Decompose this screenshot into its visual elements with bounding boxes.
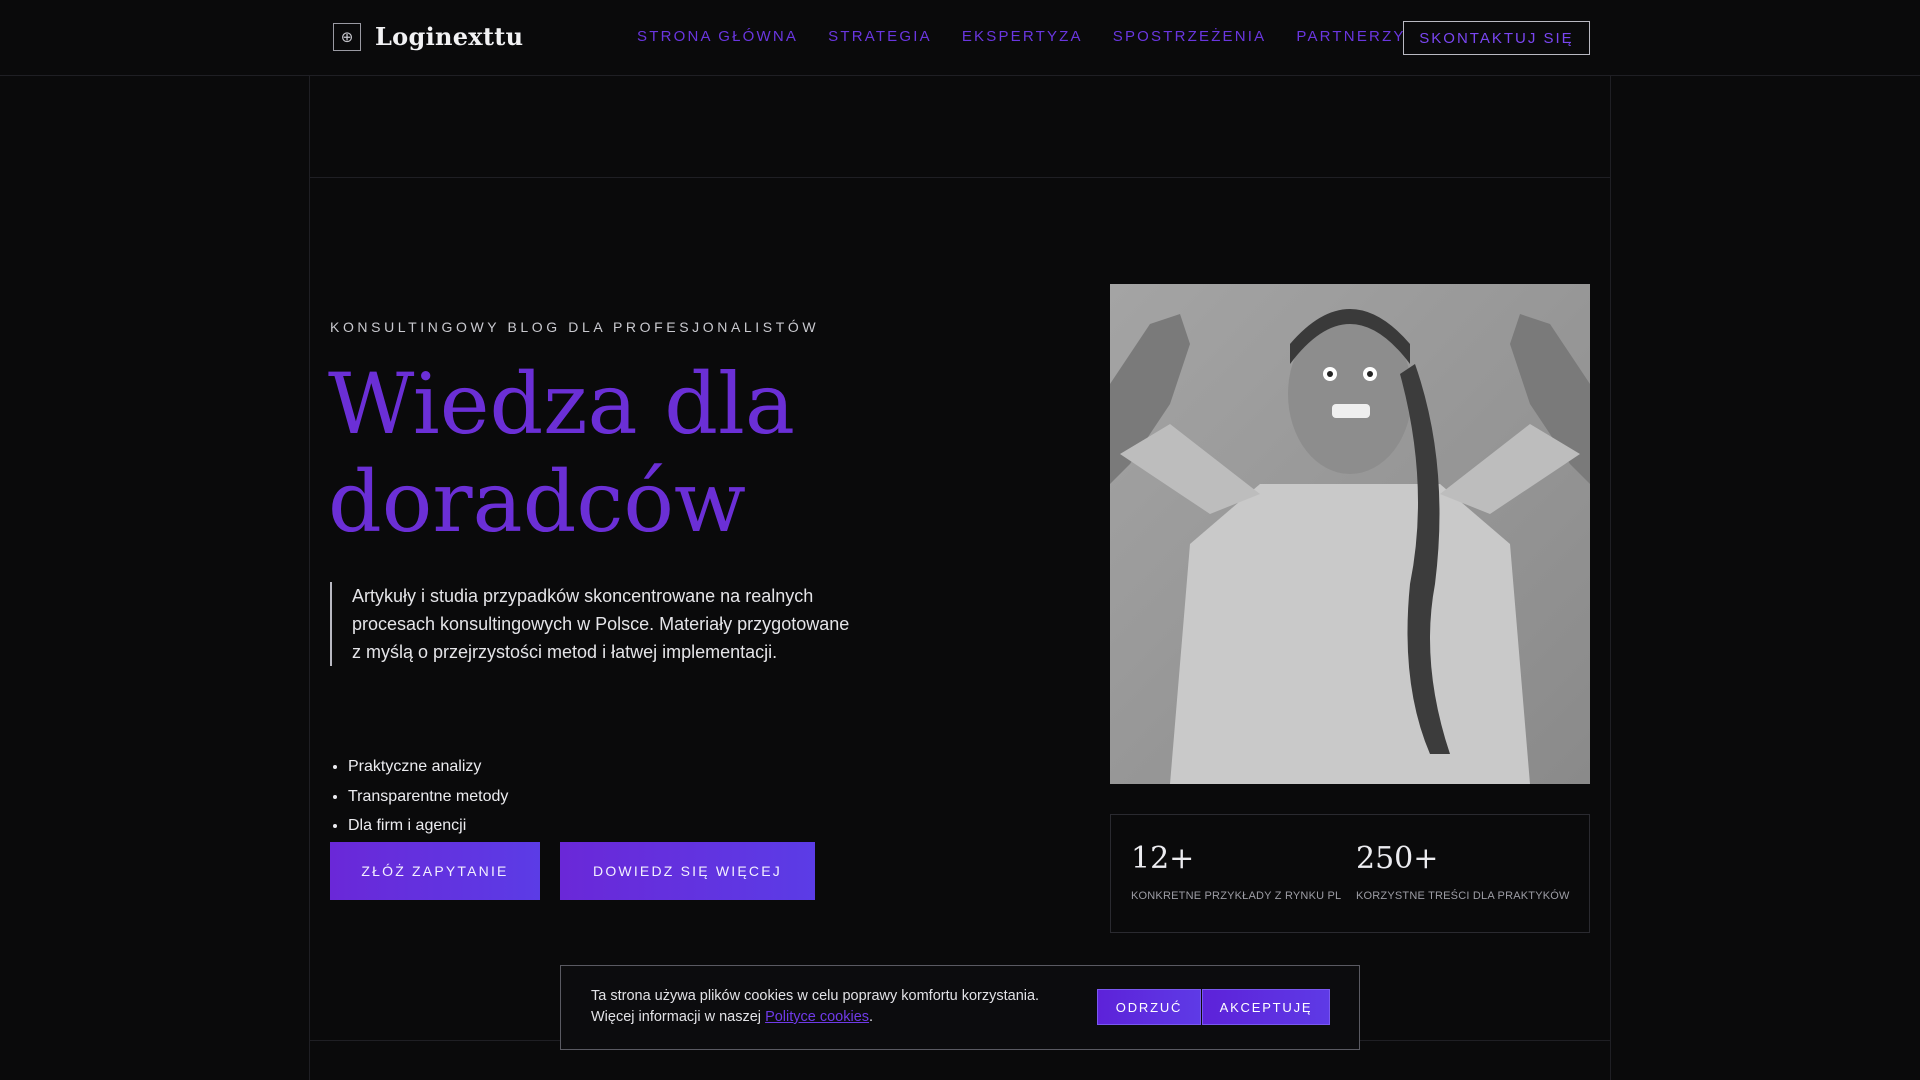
learn-more-button[interactable]: DOWIEDZ SIĘ WIĘCEJ [560, 842, 815, 900]
cookie-text-end: . [869, 1009, 874, 1025]
frame-line-right [1610, 76, 1611, 1080]
main-nav: STRONA GŁÓWNA STRATEGIA EKSPERTYZA SPOST… [637, 28, 1436, 45]
nav-link-expertise[interactable]: EKSPERTYZA [962, 28, 1083, 45]
nav-link-home[interactable]: STRONA GŁÓWNA [637, 28, 798, 45]
woman-photo-illustration [1110, 284, 1590, 784]
nav-link-strategy[interactable]: STRATEGIA [828, 28, 932, 45]
stat-label: KORZYSTNE TREŚCI DLA PRAKTYKÓW [1356, 890, 1570, 902]
cookie-reject-button[interactable]: ODRZUĆ [1097, 989, 1201, 1025]
stats-panel: 12+ KONKRETNE PRZYKŁADY Z RYNKU PL 250+ … [1110, 814, 1590, 933]
stat-examples: 12+ KONKRETNE PRZYKŁADY Z RYNKU PL [1131, 841, 1341, 902]
globe-icon: ⊕ [333, 22, 361, 51]
frame-line-left [309, 76, 310, 1080]
cookie-policy-link[interactable]: Polityce cookies [765, 1009, 869, 1025]
stat-value: 12+ [1131, 841, 1195, 876]
hero-photo [1110, 284, 1590, 784]
feature-item: Transparentne metody [348, 782, 508, 812]
feature-item: Praktyczne analizy [348, 752, 508, 782]
contact-button[interactable]: SKONTAKTUJ SIĘ [1403, 21, 1590, 55]
stat-content: 250+ KORZYSTNE TREŚCI DLA PRAKTYKÓW [1356, 841, 1570, 902]
submit-inquiry-button[interactable]: ZŁÓŻ ZAPYTANIE [330, 842, 540, 900]
site-header: ⊕ Loginexttu STRONA GŁÓWNA STRATEGIA EKS… [0, 0, 1920, 76]
feature-item: Dla firm i agencji [348, 811, 508, 841]
stat-value: 250+ [1356, 841, 1439, 876]
stat-label: KONKRETNE PRZYKŁADY Z RYNKU PL [1131, 890, 1342, 902]
nav-link-insights[interactable]: SPOSTRZEŻENIA [1113, 28, 1267, 45]
brand-name: Loginexttu [375, 22, 524, 51]
cookie-banner: Ta strona używa plików cookies w celu po… [560, 965, 1360, 1050]
brand-logo[interactable]: ⊕ Loginexttu [333, 22, 523, 51]
hero-eyebrow: KONSULTINGOWY BLOG DLA PROFESJONALISTÓW [330, 319, 820, 335]
cookie-message: Ta strona używa plików cookies w celu po… [591, 986, 1111, 1028]
cookie-text-line2: Więcej informacji w naszej [591, 1009, 762, 1025]
nav-link-partners[interactable]: PARTNERZY [1296, 28, 1405, 45]
cookie-accept-button[interactable]: AKCEPTUJĘ [1202, 989, 1330, 1025]
cookie-text-line1: Ta strona używa plików cookies w celu po… [591, 988, 1040, 1004]
hero-title: Wiedza dla doradców [328, 355, 795, 551]
feature-list: Praktyczne analizy Transparentne metody … [330, 752, 508, 841]
hero-quote: Artykuły i studia przypadków skoncentrow… [330, 582, 852, 666]
section-divider-top [309, 177, 1611, 178]
